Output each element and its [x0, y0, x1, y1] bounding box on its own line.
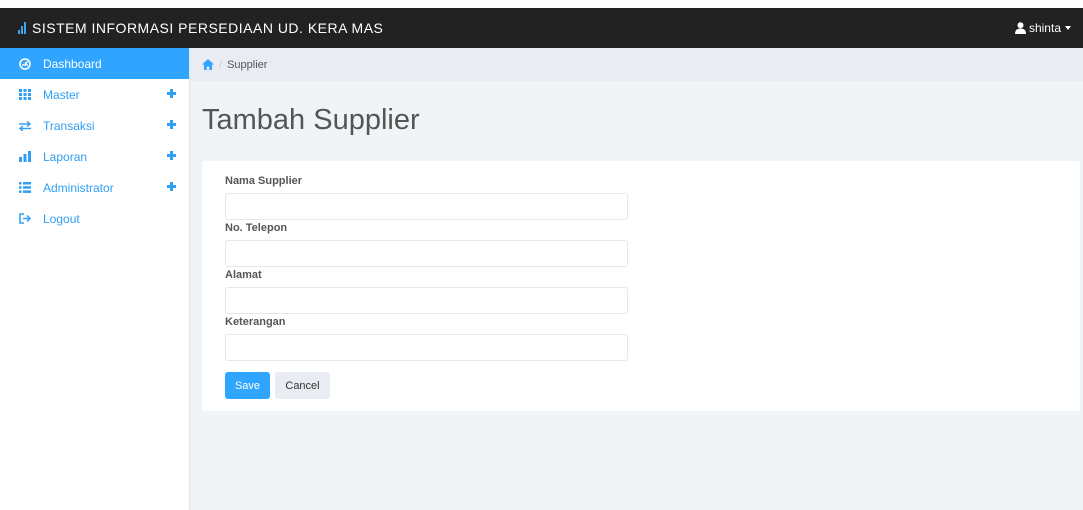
sidebar-item-logout[interactable]: Logout: [0, 203, 189, 234]
cancel-button[interactable]: Cancel: [275, 372, 330, 399]
home-icon[interactable]: [202, 59, 214, 70]
app-window: SISTEM INFORMASI PERSEDIAAN UD. KERA MAS…: [0, 0, 1083, 510]
save-button[interactable]: Save: [225, 372, 270, 399]
expand-plus-icon[interactable]: [167, 120, 176, 129]
user-icon: [1014, 22, 1026, 34]
stats-icon: [18, 150, 31, 163]
transfer-icon: [18, 119, 31, 132]
sidebar-item-dashboard[interactable]: Dashboard: [0, 48, 189, 79]
dashboard-icon: [18, 57, 31, 70]
sidebar-item-label: Dashboard: [43, 56, 102, 71]
top-margin: [0, 0, 1083, 8]
page-title: Tambah Supplier: [202, 104, 420, 136]
sidebar-item-laporan[interactable]: Laporan: [0, 141, 189, 172]
sidebar-item-label: Logout: [43, 211, 80, 226]
nama-supplier-label: Nama Supplier: [225, 175, 303, 187]
breadcrumb-current: Supplier: [227, 58, 268, 71]
sidebar: Dashboard Master Transaksi Laporan Admin…: [0, 48, 190, 510]
app-title: SISTEM INFORMASI PERSEDIAAN UD. KERA MAS: [32, 20, 384, 36]
caret-down-icon: [1065, 26, 1071, 30]
alamat-label: Alamat: [225, 269, 262, 281]
nama-supplier-input[interactable]: [225, 193, 628, 220]
sidebar-item-master[interactable]: Master: [0, 79, 189, 110]
brand-link[interactable]: SISTEM INFORMASI PERSEDIAAN UD. KERA MAS: [18, 20, 383, 36]
breadcrumb: / Supplier: [190, 48, 1083, 81]
user-menu-dropdown[interactable]: shinta: [1014, 8, 1071, 48]
user-name: shinta: [1028, 21, 1061, 35]
keterangan-label: Keterangan: [225, 316, 286, 328]
sidebar-item-administrator[interactable]: Administrator: [0, 172, 189, 203]
supplier-form-panel: Nama Supplier No. Telepon Alamat Keteran…: [202, 161, 1080, 411]
main-content: / Supplier Tambah Supplier Nama Supplier…: [190, 48, 1083, 510]
top-navbar: SISTEM INFORMASI PERSEDIAAN UD. KERA MAS…: [0, 8, 1083, 48]
expand-plus-icon[interactable]: [167, 151, 176, 160]
alamat-input[interactable]: [225, 287, 628, 314]
keterangan-input[interactable]: [225, 334, 628, 361]
no-telepon-label: No. Telepon: [225, 222, 288, 234]
logout-icon: [18, 212, 31, 225]
no-telepon-input[interactable]: [225, 240, 628, 267]
sidebar-item-label: Transaksi: [43, 118, 95, 133]
sidebar-item-label: Laporan: [43, 149, 88, 164]
signal-bars-icon: [18, 22, 27, 34]
sidebar-item-label: Administrator: [43, 180, 114, 195]
sidebar-item-label: Master: [43, 87, 80, 102]
expand-plus-icon[interactable]: [167, 182, 176, 191]
list-icon: [18, 181, 31, 194]
expand-plus-icon[interactable]: [167, 89, 176, 98]
grid-icon: [18, 88, 31, 101]
sidebar-item-transaksi[interactable]: Transaksi: [0, 110, 189, 141]
breadcrumb-separator: /: [219, 58, 223, 71]
